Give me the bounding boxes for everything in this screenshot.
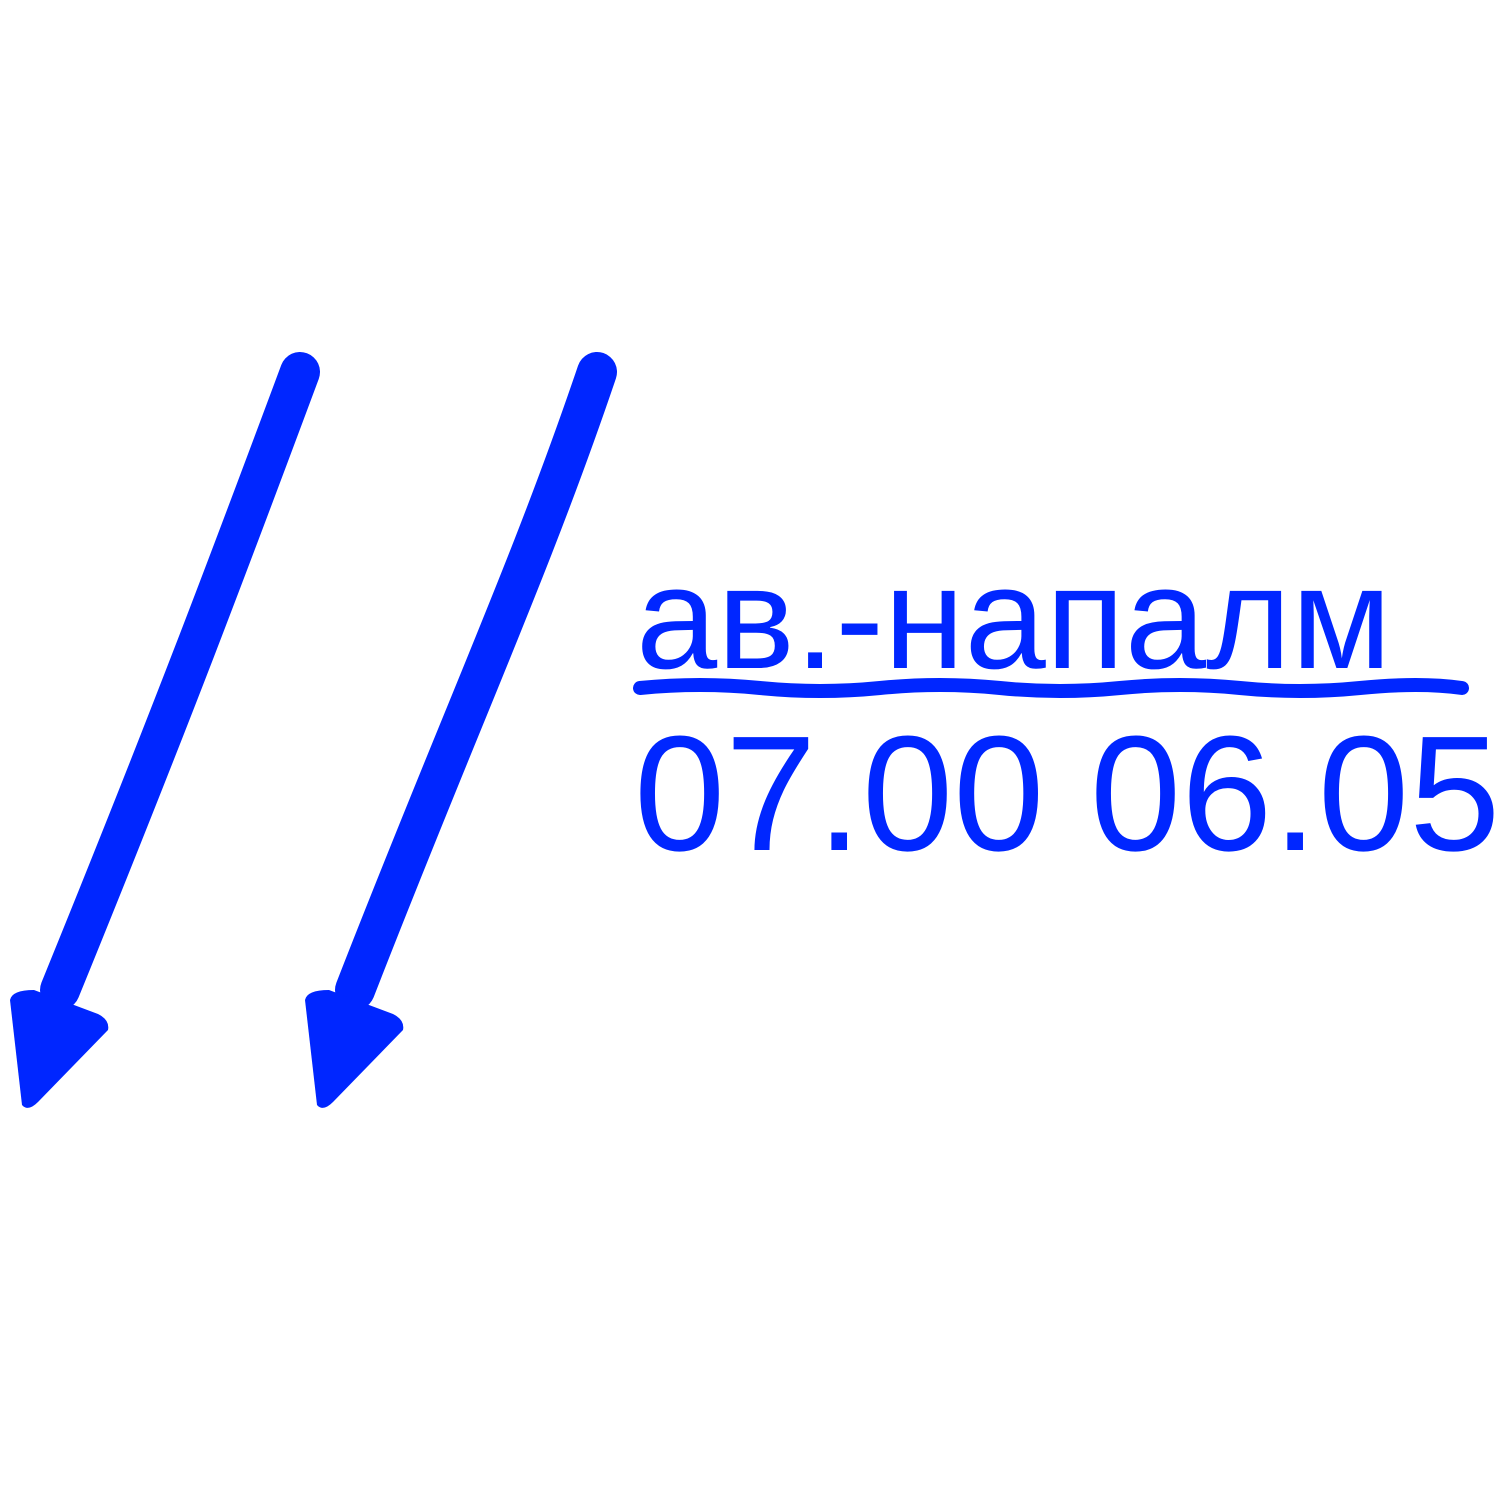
sign-times: 07.00 06.05 <box>634 702 1500 885</box>
arrow-down-left-icon <box>305 352 617 1108</box>
tactical-sign: ав.-напалм 07.00 06.05 <box>0 0 1500 1500</box>
sign-label: ав.-напалм <box>636 536 1392 699</box>
arrow-down-left-icon <box>10 352 320 1108</box>
